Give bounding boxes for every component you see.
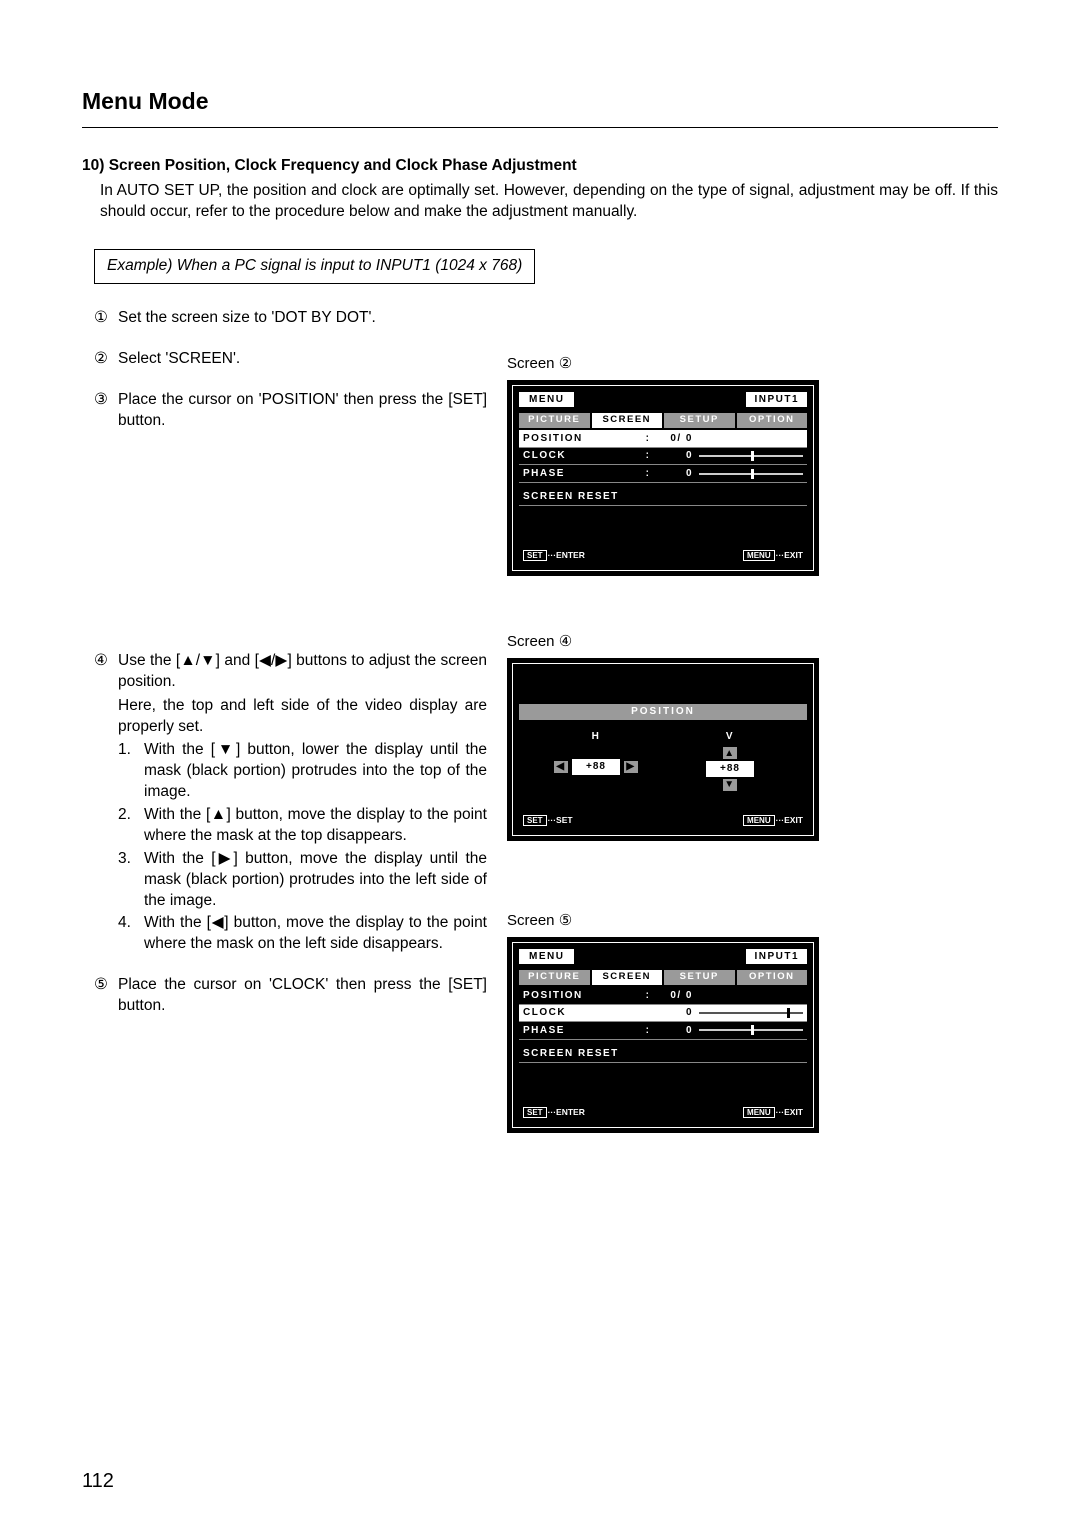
step-text: Place the cursor on 'POSITION' then pres… (118, 390, 487, 432)
osd-row-clock: CLOCK : 0 (519, 448, 807, 466)
step-text: Set the screen size to 'DOT BY DOT'. (118, 308, 487, 329)
osd-input-label: INPUT1 (746, 949, 807, 965)
osd-row-position: POSITION : 0/ 0 (519, 430, 807, 448)
section-heading: 10) Screen Position, Clock Frequency and… (82, 156, 998, 177)
osd-row-phase: PHASE : 0 (519, 465, 807, 483)
step4-para1: Use the [▲/▼] and [◀/▶] buttons to adjus… (118, 651, 487, 693)
step-text: Select 'SCREEN'. (118, 349, 487, 370)
osd-row-reset: SCREEN RESET (519, 1046, 807, 1064)
step-number: ② (94, 349, 112, 370)
step-5: ⑤ Place the cursor on 'CLOCK' then press… (94, 975, 487, 1017)
step-body: Use the [▲/▼] and [◀/▶] buttons to adjus… (118, 651, 487, 955)
step-number: ① (94, 308, 112, 329)
screen-label-2: Screen ② (507, 354, 998, 374)
step4-para2: Here, the top and left side of the video… (118, 696, 487, 738)
right-arrow-icon: ▶ (624, 761, 638, 773)
osd-tabs: PICTURE SCREEN SETUP OPTION (519, 413, 807, 428)
tab-option: OPTION (737, 970, 808, 985)
step-2: ② Select 'SCREEN'. (94, 349, 487, 370)
tab-setup: SETUP (664, 413, 735, 428)
osd-tabs: PICTURE SCREEN SETUP OPTION (519, 970, 807, 985)
tab-picture: PICTURE (519, 970, 590, 985)
slider (699, 469, 803, 479)
step-number: ④ (94, 651, 112, 955)
right-column: Screen ② MENU INPUT1 PICTURE SCREEN SETU… (507, 308, 998, 1151)
pos-v: V ▲ +88 ▼ (670, 730, 790, 791)
slider (699, 1025, 803, 1035)
osd-row-clock: CLOCK 0 (519, 1005, 807, 1023)
substep-4: 4. With the [◀] button, move the display… (118, 913, 487, 955)
left-column: ① Set the screen size to 'DOT BY DOT'. ②… (82, 308, 487, 1151)
osd-screen-2: MENU INPUT1 PICTURE SCREEN SETUP OPTION … (507, 380, 819, 576)
tab-option: OPTION (737, 413, 808, 428)
osd-row-position: POSITION : 0/ 0 (519, 987, 807, 1005)
down-arrow-icon: ▼ (723, 779, 737, 791)
osd-row-phase: PHASE : 0 (519, 1022, 807, 1040)
osd-screen-5: MENU INPUT1 PICTURE SCREEN SETUP OPTION … (507, 937, 819, 1133)
tab-screen: SCREEN (592, 413, 663, 428)
step-1: ① Set the screen size to 'DOT BY DOT'. (94, 308, 487, 329)
pos-h: H ◀ +88 ▶ (536, 730, 656, 791)
osd-input-label: INPUT1 (746, 392, 807, 408)
page-title: Menu Mode (82, 86, 998, 128)
tab-picture: PICTURE (519, 413, 590, 428)
osd-footer: SET···SET MENU···EXIT (519, 809, 807, 829)
osd-position-title: POSITION (519, 704, 807, 720)
step-4: ④ Use the [▲/▼] and [◀/▶] buttons to adj… (94, 651, 487, 955)
step-3: ③ Place the cursor on 'POSITION' then pr… (94, 390, 487, 432)
osd-footer: SET···ENTER MENU···EXIT (519, 544, 807, 564)
osd-screen-4: POSITION H ◀ +88 ▶ V (507, 658, 819, 840)
slider (699, 1008, 803, 1018)
step-number: ③ (94, 390, 112, 432)
pos-h-value: +88 (572, 759, 620, 775)
slider (699, 451, 803, 461)
left-arrow-icon: ◀ (554, 761, 568, 773)
osd-footer: SET···ENTER MENU···EXIT (519, 1101, 807, 1121)
osd-row-reset: SCREEN RESET (519, 489, 807, 507)
up-arrow-icon: ▲ (723, 747, 737, 759)
substep-1: 1. With the [▼] button, lower the displa… (118, 740, 487, 803)
page: Menu Mode 10) Screen Position, Clock Fre… (0, 0, 1080, 1151)
tab-setup: SETUP (664, 970, 735, 985)
osd-menu-label: MENU (519, 949, 574, 965)
screen-label-5: Screen ⑤ (507, 911, 998, 931)
pos-v-value: +88 (706, 761, 754, 777)
step-number: ⑤ (94, 975, 112, 1017)
step-text: Place the cursor on 'CLOCK' then press t… (118, 975, 487, 1017)
page-number: 112 (82, 1468, 114, 1495)
osd-menu-label: MENU (519, 392, 574, 408)
substep-2: 2. With the [▲] button, move the display… (118, 805, 487, 847)
tab-screen: SCREEN (592, 970, 663, 985)
screen-label-4: Screen ④ (507, 632, 998, 652)
example-box: Example) When a PC signal is input to IN… (94, 249, 535, 284)
substep-3: 3. With the [▶] button, move the display… (118, 849, 487, 912)
intro-text: In AUTO SET UP, the position and clock a… (100, 181, 998, 223)
